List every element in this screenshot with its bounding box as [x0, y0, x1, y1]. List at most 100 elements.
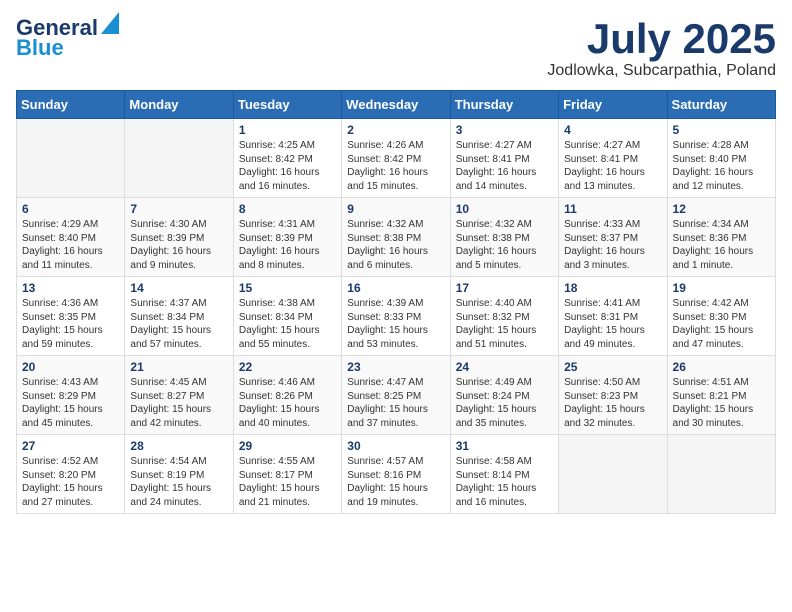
day-number: 23	[347, 360, 444, 374]
calendar-header-row: SundayMondayTuesdayWednesdayThursdayFrid…	[17, 91, 776, 119]
day-number: 3	[456, 123, 553, 137]
calendar-cell: 10Sunrise: 4:32 AM Sunset: 8:38 PM Dayli…	[450, 198, 558, 277]
calendar-cell: 19 Sunrise: 4:42 AM Sunset: 8:30 PM Dayli…	[667, 277, 775, 356]
calendar-header-saturday: Saturday	[667, 91, 775, 119]
day-info: Sunrise: 4:38 AM Sunset: 8:34 PM Dayligh…	[239, 297, 336, 351]
calendar-cell: 3 Sunrise: 4:27 AM Sunset: 8:41 PM Daylig…	[450, 119, 558, 198]
calendar-week-5: 27Sunrise: 4:52 AM Sunset: 8:20 PM Dayli…	[17, 435, 776, 514]
day-number: 11	[564, 202, 661, 216]
day-number: 2	[347, 123, 444, 137]
main-title: July 2025	[547, 16, 776, 62]
day-number: 10	[456, 202, 553, 216]
calendar-cell: 11 Sunrise: 4:33 AM Sunset: 8:37 PM Dayli…	[559, 198, 667, 277]
day-number: 24	[456, 360, 553, 374]
day-number: 15	[239, 281, 336, 295]
day-info: Sunrise: 4:42 AM Sunset: 8:30 PM Dayligh…	[673, 297, 770, 351]
calendar-cell: 9 Sunrise: 4:32 AM Sunset: 8:38 PM Daylig…	[342, 198, 450, 277]
calendar-week-1: 1 Sunrise: 4:25 AM Sunset: 8:42 PM Daylig…	[17, 119, 776, 198]
calendar-cell: 12 Sunrise: 4:34 AM Sunset: 8:36 PM Dayli…	[667, 198, 775, 277]
day-info: Sunrise: 4:34 AM Sunset: 8:36 PM Dayligh…	[673, 218, 770, 272]
calendar-week-2: 6 Sunrise: 4:29 AM Sunset: 8:40 PM Daylig…	[17, 198, 776, 277]
day-number: 21	[130, 360, 227, 374]
calendar-cell: 24 Sunrise: 4:49 AM Sunset: 8:24 PM Dayli…	[450, 356, 558, 435]
day-number: 28	[130, 439, 227, 453]
day-number: 16	[347, 281, 444, 295]
calendar-cell: 5 Sunrise: 4:28 AM Sunset: 8:40 PM Daylig…	[667, 119, 775, 198]
day-info: Sunrise: 4:45 AM Sunset: 8:27 PM Dayligh…	[130, 376, 227, 430]
day-info: Sunrise: 4:28 AM Sunset: 8:40 PM Dayligh…	[673, 139, 770, 193]
day-info: Sunrise: 4:40 AM Sunset: 8:32 PM Dayligh…	[456, 297, 553, 351]
day-info: Sunrise: 4:49 AM Sunset: 8:24 PM Dayligh…	[456, 376, 553, 430]
day-number: 4	[564, 123, 661, 137]
title-area: July 2025 Jodlowka, Subcarpathia, Poland	[547, 16, 776, 80]
day-number: 9	[347, 202, 444, 216]
day-info: Sunrise: 4:27 AM Sunset: 8:41 PM Dayligh…	[456, 139, 553, 193]
calendar-cell: 21 Sunrise: 4:45 AM Sunset: 8:27 PM Dayli…	[125, 356, 233, 435]
calendar-table: SundayMondayTuesdayWednesdayThursdayFrid…	[16, 90, 776, 514]
day-number: 7	[130, 202, 227, 216]
day-info: Sunrise: 4:30 AM Sunset: 8:39 PM Dayligh…	[130, 218, 227, 272]
day-number: 12	[673, 202, 770, 216]
calendar-cell: 28 Sunrise: 4:54 AM Sunset: 8:19 PM Dayli…	[125, 435, 233, 514]
day-info: Sunrise: 4:50 AM Sunset: 8:23 PM Dayligh…	[564, 376, 661, 430]
calendar-header-thursday: Thursday	[450, 91, 558, 119]
day-number: 29	[239, 439, 336, 453]
day-info: Sunrise: 4:32 AM Sunset: 8:38 PM Dayligh…	[347, 218, 444, 272]
day-number: 19	[673, 281, 770, 295]
day-info: Sunrise: 4:33 AM Sunset: 8:37 PM Dayligh…	[564, 218, 661, 272]
day-number: 25	[564, 360, 661, 374]
calendar-cell: 25 Sunrise: 4:50 AM Sunset: 8:23 PM Dayli…	[559, 356, 667, 435]
calendar-cell: 18Sunrise: 4:41 AM Sunset: 8:31 PM Dayli…	[559, 277, 667, 356]
day-number: 8	[239, 202, 336, 216]
calendar-cell: 23 Sunrise: 4:47 AM Sunset: 8:25 PM Dayli…	[342, 356, 450, 435]
calendar-cell: 31 Sunrise: 4:58 AM Sunset: 8:14 PM Dayli…	[450, 435, 558, 514]
calendar-cell: 7 Sunrise: 4:30 AM Sunset: 8:39 PM Daylig…	[125, 198, 233, 277]
calendar-cell: 22 Sunrise: 4:46 AM Sunset: 8:26 PM Dayli…	[233, 356, 341, 435]
day-info: Sunrise: 4:51 AM Sunset: 8:21 PM Dayligh…	[673, 376, 770, 430]
day-info: Sunrise: 4:29 AM Sunset: 8:40 PM Dayligh…	[22, 218, 119, 272]
calendar-cell	[559, 435, 667, 514]
day-number: 5	[673, 123, 770, 137]
calendar-cell: 17 Sunrise: 4:40 AM Sunset: 8:32 PM Dayli…	[450, 277, 558, 356]
day-info: Sunrise: 4:57 AM Sunset: 8:16 PM Dayligh…	[347, 455, 444, 509]
calendar-header-monday: Monday	[125, 91, 233, 119]
calendar-cell	[667, 435, 775, 514]
header: General Blue July 2025 Jodlowka, Subcarp…	[16, 16, 776, 80]
calendar-cell: 13Sunrise: 4:36 AM Sunset: 8:35 PM Dayli…	[17, 277, 125, 356]
day-info: Sunrise: 4:27 AM Sunset: 8:41 PM Dayligh…	[564, 139, 661, 193]
calendar-cell: 30 Sunrise: 4:57 AM Sunset: 8:16 PM Dayli…	[342, 435, 450, 514]
calendar-cell: 14 Sunrise: 4:37 AM Sunset: 8:34 PM Dayli…	[125, 277, 233, 356]
day-number: 22	[239, 360, 336, 374]
sub-title: Jodlowka, Subcarpathia, Poland	[547, 62, 776, 80]
calendar-cell: 4 Sunrise: 4:27 AM Sunset: 8:41 PM Daylig…	[559, 119, 667, 198]
day-number: 20	[22, 360, 119, 374]
day-info: Sunrise: 4:36 AM Sunset: 8:35 PM Dayligh…	[22, 297, 119, 351]
day-info: Sunrise: 4:58 AM Sunset: 8:14 PM Dayligh…	[456, 455, 553, 509]
calendar-cell: 29 Sunrise: 4:55 AM Sunset: 8:17 PM Dayli…	[233, 435, 341, 514]
day-number: 27	[22, 439, 119, 453]
day-info: Sunrise: 4:46 AM Sunset: 8:26 PM Dayligh…	[239, 376, 336, 430]
day-number: 30	[347, 439, 444, 453]
day-info: Sunrise: 4:37 AM Sunset: 8:34 PM Dayligh…	[130, 297, 227, 351]
day-number: 14	[130, 281, 227, 295]
calendar-cell: 16Sunrise: 4:39 AM Sunset: 8:33 PM Dayli…	[342, 277, 450, 356]
day-info: Sunrise: 4:25 AM Sunset: 8:42 PM Dayligh…	[239, 139, 336, 193]
calendar-cell	[17, 119, 125, 198]
day-info: Sunrise: 4:31 AM Sunset: 8:39 PM Dayligh…	[239, 218, 336, 272]
calendar-cell: 20Sunrise: 4:43 AM Sunset: 8:29 PM Dayli…	[17, 356, 125, 435]
day-number: 1	[239, 123, 336, 137]
day-info: Sunrise: 4:54 AM Sunset: 8:19 PM Dayligh…	[130, 455, 227, 509]
day-number: 31	[456, 439, 553, 453]
calendar-week-4: 20Sunrise: 4:43 AM Sunset: 8:29 PM Dayli…	[17, 356, 776, 435]
calendar-cell	[125, 119, 233, 198]
calendar-header-tuesday: Tuesday	[233, 91, 341, 119]
calendar-cell: 1 Sunrise: 4:25 AM Sunset: 8:42 PM Daylig…	[233, 119, 341, 198]
calendar-cell: 2Sunrise: 4:26 AM Sunset: 8:42 PM Daylig…	[342, 119, 450, 198]
calendar-header-wednesday: Wednesday	[342, 91, 450, 119]
day-info: Sunrise: 4:55 AM Sunset: 8:17 PM Dayligh…	[239, 455, 336, 509]
day-number: 6	[22, 202, 119, 216]
day-info: Sunrise: 4:47 AM Sunset: 8:25 PM Dayligh…	[347, 376, 444, 430]
calendar-cell: 15 Sunrise: 4:38 AM Sunset: 8:34 PM Dayli…	[233, 277, 341, 356]
day-number: 17	[456, 281, 553, 295]
calendar-cell: 27Sunrise: 4:52 AM Sunset: 8:20 PM Dayli…	[17, 435, 125, 514]
